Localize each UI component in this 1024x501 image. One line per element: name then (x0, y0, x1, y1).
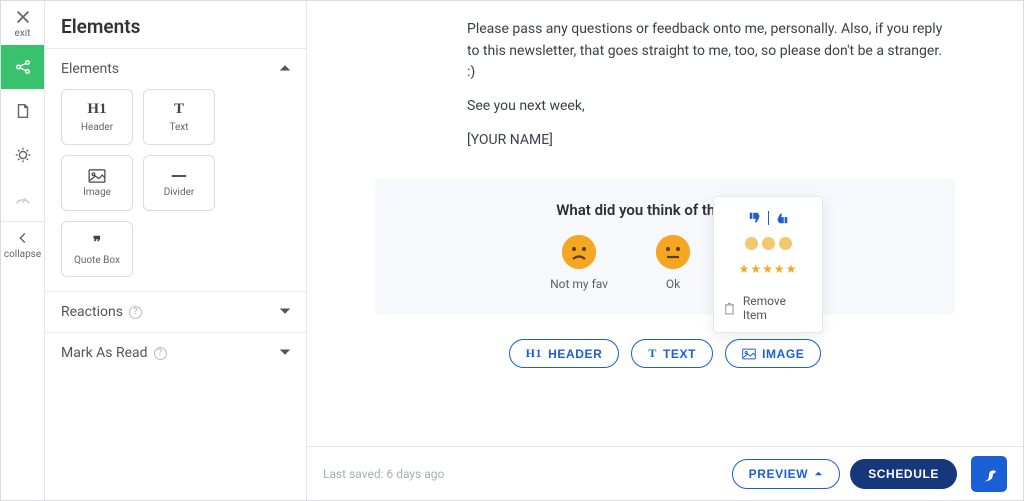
separator (768, 211, 769, 225)
reactions-popover: ★★★★★ Remove Item (713, 196, 823, 333)
add-text-label: TEXT (663, 347, 696, 361)
frown-icon (562, 235, 596, 269)
collapse-label: collapse (4, 249, 41, 260)
tile-divider-label: Divider (164, 187, 195, 198)
section-markasread-label: Mark As Read (61, 345, 148, 361)
exit-label: exit (15, 28, 31, 39)
mini-emoji-icon (779, 237, 792, 250)
tile-header-label: Header (81, 122, 113, 133)
brand-logo[interactable] (971, 456, 1007, 492)
exit-button[interactable]: exit (1, 1, 44, 45)
chevron-down-icon (280, 304, 290, 320)
text-icon: T (174, 101, 184, 118)
add-text-button[interactable]: T TEXT (631, 339, 713, 368)
paragraph: Please pass any questions or feedback on… (467, 19, 947, 84)
help-icon: ? (154, 347, 167, 360)
nav-ideas[interactable] (1, 133, 44, 177)
canvas: Please pass any questions or feedback on… (307, 1, 1023, 446)
elements-panel: Elements Elements H1 Header T Text Image (45, 1, 307, 500)
reactions-title: What did you think of this issue? (395, 201, 935, 219)
panel-title: Elements (45, 1, 306, 48)
thumbs-up-icon (775, 211, 789, 225)
tile-text[interactable]: T Text (143, 89, 215, 145)
popover-emoji-option[interactable] (724, 231, 812, 256)
paragraph: See you next week, (467, 96, 947, 118)
add-header-button[interactable]: H1 HEADER (509, 339, 620, 368)
collapse-button[interactable]: collapse (1, 222, 44, 266)
nav-document[interactable] (1, 89, 44, 133)
trash-icon (724, 302, 735, 315)
nav-share[interactable] (1, 45, 44, 89)
stars-icon: ★★★★★ (739, 262, 798, 276)
tile-quotebox-label: Quote Box (74, 255, 120, 266)
reaction-not-my-fav[interactable]: Not my fav (550, 235, 608, 291)
nav-speed[interactable] (1, 177, 44, 221)
add-image-button[interactable]: IMAGE (725, 339, 821, 368)
add-header-label: HEADER (548, 347, 602, 361)
mini-emoji-icon (762, 237, 775, 250)
tile-divider[interactable]: Divider (143, 155, 215, 211)
section-elements[interactable]: Elements (45, 49, 306, 89)
chevron-up-icon (814, 469, 823, 478)
thumbs-down-icon (748, 211, 762, 225)
neutral-icon (656, 235, 690, 269)
mini-emoji-icon (745, 237, 758, 250)
last-saved: Last saved: 6 days ago (323, 467, 444, 481)
popover-stars-option[interactable]: ★★★★★ (724, 256, 812, 282)
main-area: Please pass any questions or feedback on… (307, 1, 1023, 500)
section-elements-label: Elements (61, 61, 119, 77)
reaction-label: Ok (666, 277, 680, 291)
image-icon (742, 348, 756, 360)
tile-image[interactable]: Image (61, 155, 133, 211)
reaction-ok[interactable]: Ok (656, 235, 690, 291)
preview-button[interactable]: PREVIEW (732, 459, 841, 489)
divider-icon (170, 169, 188, 183)
popover-remove-item[interactable]: Remove Item (724, 286, 812, 322)
section-reactions[interactable]: Reactions ? (45, 292, 306, 332)
image-icon (88, 169, 106, 183)
quote-icon: ❞ (93, 233, 101, 251)
preview-label: PREVIEW (749, 467, 809, 481)
tile-text-label: Text (169, 122, 188, 133)
chevron-down-icon (280, 345, 290, 361)
paragraph: [YOUR NAME] (467, 130, 947, 152)
text-icon: T (648, 346, 657, 361)
footer: Last saved: 6 days ago PREVIEW SCHEDULE (307, 446, 1023, 500)
section-mark-as-read[interactable]: Mark As Read ? (45, 333, 306, 373)
tile-header[interactable]: H1 Header (61, 89, 133, 145)
reaction-label: Not my fav (550, 277, 608, 291)
add-image-label: IMAGE (762, 347, 804, 361)
body-text[interactable]: Please pass any questions or feedback on… (467, 19, 947, 151)
schedule-button[interactable]: SCHEDULE (850, 459, 957, 489)
schedule-label: SCHEDULE (868, 467, 939, 481)
popover-remove-label: Remove Item (743, 294, 812, 322)
help-icon: ? (129, 306, 142, 319)
h1-icon: H1 (526, 346, 543, 361)
tile-quotebox[interactable]: ❞ Quote Box (61, 221, 133, 277)
reactions-block[interactable]: What did you think of this issue? Not my… (375, 179, 955, 315)
h1-icon: H1 (87, 101, 106, 118)
icon-rail: exit collapse (1, 1, 45, 500)
add-block-row: H1 HEADER T TEXT IMAGE (337, 339, 993, 368)
chevron-up-icon (280, 61, 290, 77)
popover-thumbs-option[interactable] (724, 205, 812, 231)
tile-image-label: Image (83, 187, 111, 198)
section-reactions-label: Reactions (61, 304, 123, 320)
